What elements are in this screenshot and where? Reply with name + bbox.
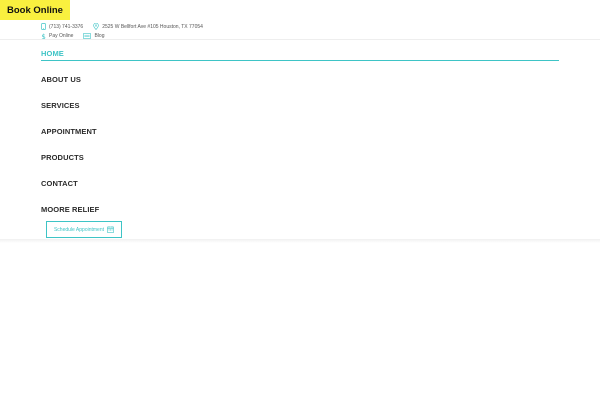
- nav-item-services[interactable]: SERVICES: [41, 96, 559, 122]
- book-online-button[interactable]: Book Online: [0, 0, 70, 20]
- phone-icon: [41, 23, 46, 30]
- menu-bottom-shadow: [0, 239, 600, 243]
- topbar-row-contact: (713) 741-3376 2525 W Bellfort Ave #105 …: [41, 22, 561, 31]
- nav-item-products[interactable]: PRODUCTS: [41, 148, 559, 174]
- phone-text: (713) 741-3376: [49, 23, 84, 30]
- map-pin-icon: [93, 23, 99, 30]
- header-divider: [0, 39, 600, 40]
- nav-item-contact[interactable]: CONTACT: [41, 174, 559, 200]
- calendar-icon: [107, 226, 114, 233]
- nav-item-about-us[interactable]: ABOUT US: [41, 70, 559, 96]
- nav-item-home[interactable]: HOME: [41, 44, 559, 61]
- schedule-appointment-label: Schedule Appointment: [53, 226, 105, 233]
- schedule-appointment-button[interactable]: Schedule Appointment: [46, 221, 122, 238]
- main-nav: HOME ABOUT US SERVICES APPOINTMENT PRODU…: [41, 44, 559, 226]
- nav-item-appointment[interactable]: APPOINTMENT: [41, 122, 559, 148]
- phone-link[interactable]: (713) 741-3376: [41, 23, 83, 30]
- address-link[interactable]: 2525 W Bellfort Ave #105 Houston, TX 770…: [93, 23, 203, 30]
- address-text: 2525 W Bellfort Ave #105 Houston, TX 770…: [102, 23, 203, 30]
